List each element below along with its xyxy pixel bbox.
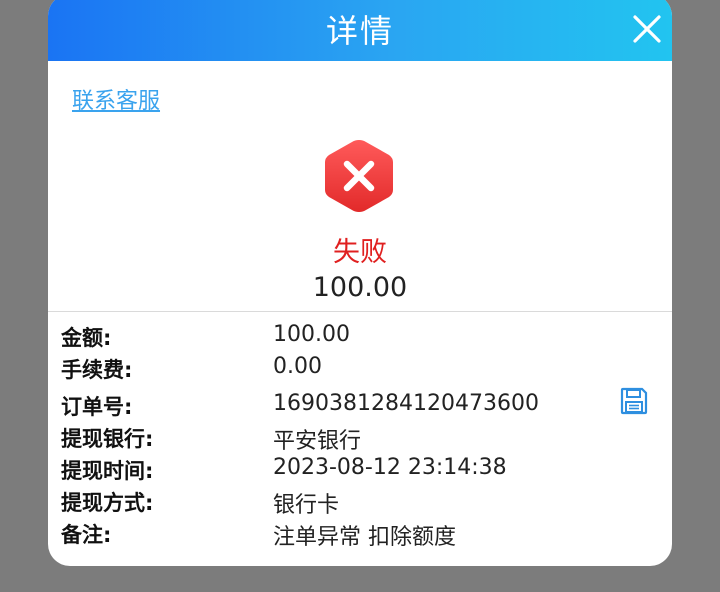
time-label: 提现时间: bbox=[61, 459, 154, 483]
time-value: 2023-08-12 23:14:38 bbox=[273, 455, 507, 480]
divider bbox=[48, 311, 672, 312]
amount-value: 100.00 bbox=[273, 322, 350, 347]
status-label: 失败 bbox=[333, 237, 387, 268]
details-list: 金额: 100.00 手续费: 0.00 订单号: 16903812841204… bbox=[61, 322, 661, 551]
close-icon[interactable] bbox=[632, 14, 662, 44]
contact-support-link[interactable]: 联系客服 bbox=[72, 83, 160, 115]
dialog-header: 详情 bbox=[48, 0, 672, 61]
order-number-value: 1690381284120473600 bbox=[273, 391, 539, 416]
error-x-icon bbox=[325, 140, 393, 212]
method-value: 银行卡 bbox=[273, 493, 340, 518]
details-dialog: 详情 联系客服 失败 100.00 金额: 100.00 手续费: 0.00 订… bbox=[48, 0, 672, 566]
save-icon[interactable] bbox=[620, 387, 648, 415]
amount-label: 金额: bbox=[61, 326, 112, 350]
remark-value: 注单异常 扣除额度 bbox=[273, 525, 456, 550]
detail-row-order-number: 订单号: 1690381284120473600 bbox=[61, 391, 661, 423]
bank-label: 提现银行: bbox=[61, 427, 154, 451]
fee-label: 手续费: bbox=[61, 358, 133, 382]
detail-row-fee: 手续费: 0.00 bbox=[61, 354, 661, 386]
detail-row-method: 提现方式: 银行卡 bbox=[61, 487, 661, 519]
method-label: 提现方式: bbox=[61, 491, 154, 515]
dialog-title: 详情 bbox=[325, 12, 394, 50]
order-number-label: 订单号: bbox=[61, 395, 133, 419]
detail-row-bank: 提现银行: 平安银行 bbox=[61, 423, 661, 455]
fee-value: 0.00 bbox=[273, 354, 322, 379]
bank-value: 平安银行 bbox=[273, 429, 362, 454]
detail-row-remark: 备注: 注单异常 扣除额度 bbox=[61, 519, 661, 551]
remark-label: 备注: bbox=[61, 523, 112, 547]
detail-row-time: 提现时间: 2023-08-12 23:14:38 bbox=[61, 455, 661, 487]
detail-row-amount: 金额: 100.00 bbox=[61, 322, 661, 354]
status-amount: 100.00 bbox=[312, 272, 408, 303]
